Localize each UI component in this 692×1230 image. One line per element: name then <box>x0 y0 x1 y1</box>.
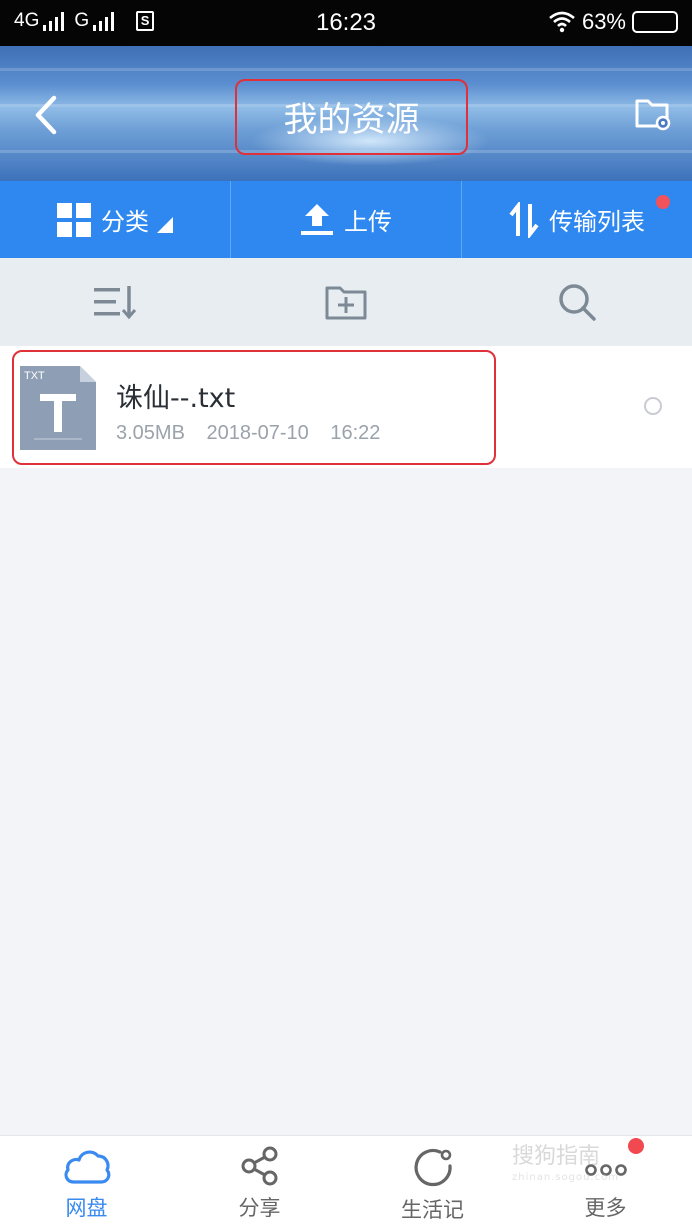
sort-button[interactable] <box>0 258 231 346</box>
search-button[interactable] <box>461 258 692 346</box>
status-right: 63% <box>548 9 678 35</box>
category-label: 分类 <box>101 208 149 236</box>
header-bg-wave <box>0 68 692 71</box>
nav-label-netdisk: 网盘 <box>65 1196 108 1220</box>
nav-item-life[interactable]: 生活记 <box>346 1136 519 1230</box>
grid-icon <box>57 202 91 237</box>
transfer-icon <box>509 201 539 238</box>
header: 我的资源 <box>0 46 692 181</box>
cloud-icon <box>63 1150 110 1184</box>
upload-label: 上传 <box>344 208 392 236</box>
battery-percent: 63% <box>581 9 626 34</box>
file-highlight-box <box>12 350 496 465</box>
action-bar <box>0 258 692 346</box>
watermark-sub: zhinan.sogou.com <box>512 1172 620 1183</box>
upload-icon <box>301 203 333 235</box>
notification-dot <box>656 195 670 209</box>
nav-label-life: 生活记 <box>401 1198 464 1222</box>
toolbar: 分类 上传 传输列表 <box>0 181 692 258</box>
upload-button[interactable]: 上传 <box>230 181 461 258</box>
battery-icon <box>632 11 678 33</box>
nav-item-netdisk[interactable]: 网盘 <box>0 1136 173 1230</box>
file-select-checkbox[interactable] <box>644 397 662 415</box>
life-icon <box>413 1148 452 1187</box>
sort-icon <box>94 286 137 320</box>
new-folder-button[interactable] <box>231 258 462 346</box>
title-highlight-box <box>235 79 468 155</box>
dropdown-triangle-icon <box>157 216 173 233</box>
watermark: 搜狗指南 zhinan.sogou.com <box>512 1138 672 1202</box>
file-list: TXT 诛仙--.txt 3.05MB 2018-07-10 16:22 <box>0 346 692 468</box>
category-button[interactable]: 分类 <box>0 181 230 258</box>
folder-settings-button[interactable] <box>634 94 672 132</box>
search-icon <box>558 284 596 321</box>
watermark-text: 搜狗指南 <box>512 1144 601 1169</box>
transfer-label: 传输列表 <box>549 208 645 236</box>
new-folder-icon <box>325 286 367 320</box>
nav-label-share: 分享 <box>238 1196 281 1220</box>
transfer-list-button[interactable]: 传输列表 <box>461 181 692 258</box>
back-button[interactable] <box>28 92 68 138</box>
wifi-icon <box>549 11 575 33</box>
nav-item-share[interactable]: 分享 <box>173 1136 346 1230</box>
share-icon <box>241 1146 277 1186</box>
status-bar: 4G G S 16:23 63% <box>0 0 692 46</box>
